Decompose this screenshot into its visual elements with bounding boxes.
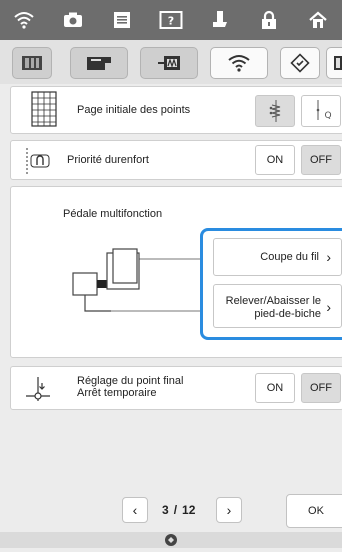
- status-toolbar: ?: [0, 0, 342, 40]
- endpoint-on-button[interactable]: ON: [255, 373, 295, 403]
- footer-bar: [0, 532, 342, 548]
- settings-tab-info[interactable]: [280, 47, 320, 79]
- ok-button[interactable]: OK: [286, 494, 342, 528]
- wifi-icon[interactable]: [0, 11, 49, 29]
- endpoint-off-button[interactable]: OFF: [301, 373, 341, 403]
- help-icon[interactable]: ?: [147, 10, 196, 30]
- setting-label-endpoint-2: Arrêt temporaire: [77, 387, 157, 399]
- straight-stitch-icon: Q: [316, 100, 332, 121]
- settings-tab-wireless[interactable]: [210, 47, 268, 79]
- page-indicator: 3 / 12: [162, 498, 195, 522]
- next-page-button[interactable]: ›: [216, 497, 242, 523]
- settings-tab-embroidery[interactable]: [140, 47, 198, 79]
- home-icon[interactable]: [293, 10, 342, 30]
- document-icon[interactable]: [98, 10, 147, 30]
- settings-tab-more[interactable]: [326, 47, 342, 79]
- settings-tab-general[interactable]: [12, 47, 52, 79]
- page-separator: /: [173, 503, 178, 517]
- page-current: 3: [162, 503, 169, 517]
- setting-label-start-point: Page initiale des points: [77, 104, 191, 116]
- chevron-left-icon: ‹: [132, 502, 138, 518]
- start-point-option-pattern[interactable]: [255, 95, 295, 127]
- zigzag-stitch-icon: [269, 100, 281, 122]
- start-point-option-initial[interactable]: Q: [301, 95, 341, 127]
- settings-tab-sewing[interactable]: [70, 47, 128, 79]
- endpoint-icon: [23, 375, 53, 408]
- setting-row-priority: Priorité durenfort ON OFF: [10, 140, 342, 180]
- pedal-icon: [63, 239, 203, 324]
- priority-off-button[interactable]: OFF: [301, 145, 341, 175]
- sewing-foot-icon[interactable]: [195, 10, 244, 30]
- svg-text:Q: Q: [324, 111, 331, 121]
- setting-row-endpoint: Réglage du point final Arrêt temporaire …: [10, 366, 342, 410]
- tool-icon: [164, 533, 178, 552]
- camera-icon[interactable]: [49, 11, 98, 29]
- setting-row-start-point: Page initiale des points Q: [10, 86, 342, 134]
- svg-text:?: ?: [168, 15, 174, 28]
- setting-label-endpoint-1: Réglage du point final: [77, 375, 184, 387]
- setting-label-pedal: Pédale multifonction: [63, 208, 163, 220]
- stitch-grid-icon: [31, 91, 57, 132]
- prev-page-button[interactable]: ‹: [122, 497, 148, 523]
- setting-label-priority: Priorité durenfort: [67, 154, 149, 166]
- reinforcement-icon: [21, 147, 53, 180]
- priority-on-button[interactable]: ON: [255, 145, 295, 175]
- page-total: 12: [182, 503, 196, 517]
- category-bar: [0, 40, 342, 84]
- lock-icon[interactable]: [244, 10, 293, 30]
- chevron-right-icon: ›: [226, 502, 232, 518]
- selection-highlight: [200, 228, 342, 340]
